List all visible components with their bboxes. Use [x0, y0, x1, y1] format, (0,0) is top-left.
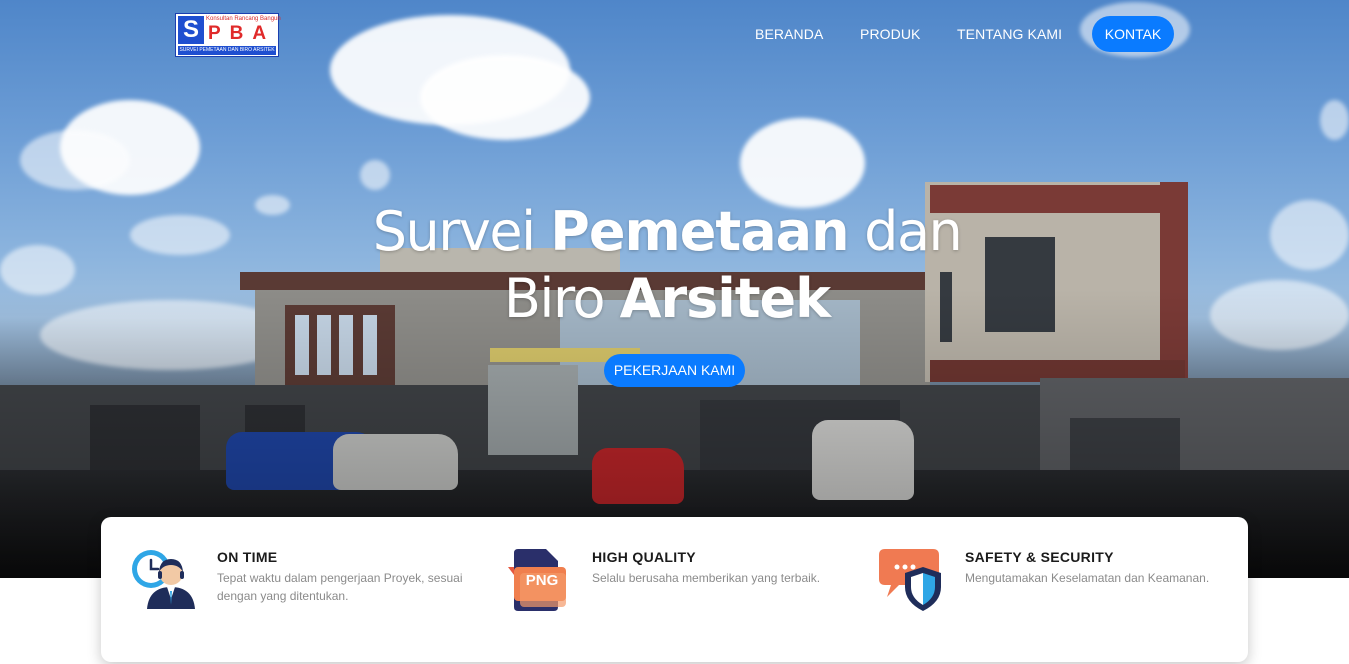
feature-title: HIGH QUALITY — [592, 549, 696, 565]
clock-person-icon — [131, 547, 195, 611]
nav-tentang-kami[interactable]: TENTANG KAMI — [957, 26, 1062, 42]
shield-chat-icon — [879, 547, 943, 611]
feature-title: SAFETY & SECURITY — [965, 549, 1114, 565]
nav-produk[interactable]: PRODUK — [860, 26, 921, 42]
headline-word: dan — [848, 200, 963, 263]
main-nav: BERANDA PRODUK TENTANG KAMI KONTAK — [0, 16, 1349, 54]
feature-description: Tepat waktu dalam pengerjaan Proyek, ses… — [217, 571, 463, 603]
feature-on-time: ON TIME Tepat waktu dalam pengerjaan Pro… — [131, 547, 471, 627]
feature-description: Selalu berusaha memberikan yang terbaik. — [592, 571, 821, 585]
nav-beranda[interactable]: BERANDA — [755, 26, 823, 42]
pekerjaan-kami-button[interactable]: PEKERJAAN KAMI — [604, 354, 745, 387]
feature-safety-security: SAFETY & SECURITY Mengutamakan Keselamat… — [879, 547, 1219, 627]
png-label: PNG — [525, 572, 559, 589]
kontak-button[interactable]: KONTAK — [1092, 16, 1174, 52]
png-file-icon: PNG — [506, 547, 570, 611]
headline-line-2: Biro Arsitek — [0, 265, 1334, 332]
features-card: ON TIME Tepat waktu dalam pengerjaan Pro… — [101, 517, 1248, 662]
headline-line-1: Survei Pemetaan dan — [0, 198, 1334, 265]
headline-bold-word: Pemetaan — [550, 200, 849, 263]
headline-word: Biro — [503, 267, 620, 330]
feature-title: ON TIME — [217, 549, 278, 565]
feature-description: Mengutamakan Keselamatan dan Keamanan. — [965, 571, 1210, 585]
feature-high-quality: PNG HIGH QUALITY Selalu berusaha memberi… — [506, 547, 836, 627]
headline-word: Survei — [372, 200, 551, 263]
headline-bold-word: Arsitek — [619, 267, 831, 330]
hero-headline: Survei Pemetaan dan Biro Arsitek — [0, 198, 1334, 332]
